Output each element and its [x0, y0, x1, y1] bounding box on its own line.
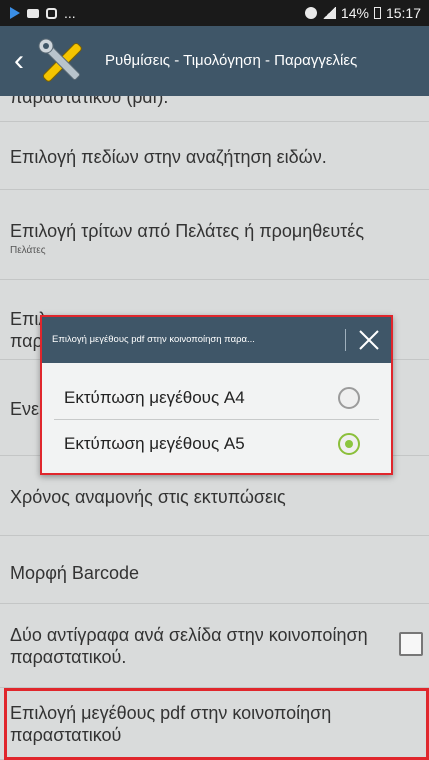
radio-a5[interactable] — [338, 433, 360, 455]
close-icon[interactable] — [352, 323, 386, 357]
list-item-title: παραστατικού (pdf). — [10, 96, 169, 107]
two-copies-checkbox[interactable] — [399, 632, 423, 656]
status-more: ... — [64, 5, 76, 21]
list-item-search-fields[interactable]: Επιλογή πεδίων στην αναζήτηση ειδών. — [0, 122, 429, 190]
dialog-title: Επιλογή μεγέθους pdf στην κοινοποίηση πα… — [52, 334, 255, 345]
option-divider — [54, 419, 379, 420]
option-label: Εκτύπωση μεγέθους A5 — [64, 434, 245, 453]
list-item-title: Χρόνος αναμονής στις εκτυπώσεις — [10, 487, 286, 507]
battery-percent: 14% — [340, 5, 369, 21]
battery-icon — [373, 7, 381, 19]
tools-icon — [38, 38, 82, 82]
list-item-title: Επιλογή πεδίων στην αναζήτηση ειδών. — [10, 147, 327, 167]
page-title: Ρυθμίσεις - Τιμολόγηση - Παραγγελίες — [105, 52, 358, 69]
clock: 15:17 — [385, 5, 421, 21]
option-label: Εκτύπωση μεγέθους A4 — [64, 388, 245, 407]
option-a4[interactable]: Εκτύπωση μεγέθους A4 — [42, 375, 391, 420]
instagram-icon — [46, 7, 57, 19]
message-icon — [27, 8, 39, 18]
signal-icon — [321, 7, 336, 19]
list-item-barcode-format[interactable]: Μορφή Barcode — [0, 536, 429, 604]
list-item-pdf-preview[interactable]: παραστατικού (pdf). — [0, 96, 429, 122]
dialog-header: Επιλογή μεγέθους pdf στην κοινοποίηση πα… — [42, 317, 391, 363]
app-bar: ‹ Ρυθμίσεις - Τιμολόγηση - Παραγγελίες — [0, 26, 429, 96]
back-arrow-icon[interactable]: ‹ — [14, 46, 28, 76]
radio-a4[interactable] — [338, 387, 360, 409]
list-item-two-copies[interactable]: Δύο αντίγραφα ανά σελίδα στην κοινοποίησ… — [0, 604, 429, 688]
status-bar: ... 14% 15:17 — [0, 0, 429, 26]
list-item-third-parties[interactable]: Επιλογή τρίτων από Πελάτες ή προμηθευτές… — [0, 190, 429, 280]
play-store-icon — [10, 7, 20, 19]
list-item-summary: Πελάτες — [10, 245, 46, 256]
list-item-title: Δύο αντίγραφα ανά σελίδα στην κοινοποίησ… — [10, 625, 368, 667]
pdf-size-dialog: Επιλογή μεγέθους pdf στην κοινοποίηση πα… — [40, 315, 393, 475]
alarm-icon — [304, 7, 317, 19]
dialog-header-divider — [345, 329, 346, 351]
highlight-box — [4, 688, 429, 760]
option-a5[interactable]: Εκτύπωση μεγέθους A5 — [42, 421, 391, 466]
list-item-title: Επιλογή τρίτων από Πελάτες ή προμηθευτές — [10, 221, 364, 241]
list-item-title: Μορφή Barcode — [10, 563, 139, 583]
